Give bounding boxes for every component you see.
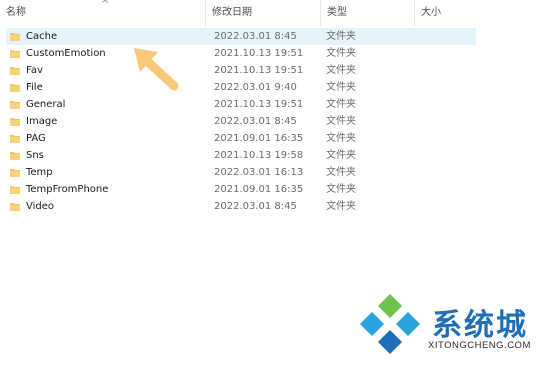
file-name: PAG xyxy=(26,133,46,144)
file-date: 2022.03.01 9:40 xyxy=(214,82,297,93)
folder-icon xyxy=(10,186,20,194)
file-date: 2021.10.13 19:51 xyxy=(214,48,304,59)
file-name: Sns xyxy=(26,150,44,161)
file-type: 文件夹 xyxy=(326,133,356,144)
file-date: 2022.03.01 16:13 xyxy=(214,167,304,178)
folder-icon xyxy=(10,101,20,109)
file-date: 2021.10.13 19:51 xyxy=(214,99,304,110)
file-type: 文件夹 xyxy=(326,65,356,76)
file-date: 2021.10.13 19:58 xyxy=(214,150,304,161)
folder-icon xyxy=(10,67,20,75)
file-date: 2021.09.01 16:35 xyxy=(214,133,304,144)
file-row[interactable]: Fav 2021.10.13 19:51 文件夹 xyxy=(6,62,476,79)
file-row[interactable]: Cache 2022.03.01 8:45 文件夹 xyxy=(6,28,476,45)
file-date: 2022.03.01 8:45 xyxy=(214,116,297,127)
folder-icon xyxy=(10,50,20,58)
file-date: 2022.03.01 8:45 xyxy=(214,31,297,42)
file-date: 2021.09.01 16:35 xyxy=(214,184,304,195)
folder-icon xyxy=(10,203,20,211)
file-type: 文件夹 xyxy=(326,167,356,178)
column-header-modified[interactable]: 修改日期 xyxy=(205,0,317,26)
file-row[interactable]: PAG 2021.09.01 16:35 文件夹 xyxy=(6,130,476,147)
file-row[interactable]: Sns 2021.10.13 19:58 文件夹 xyxy=(6,147,476,164)
watermark-subtext: XITONGCHENG.COM xyxy=(428,340,531,351)
file-row[interactable]: CustomEmotion 2021.10.13 19:51 文件夹 xyxy=(6,45,476,62)
watermark-logo: 系统城 XITONGCHENG.COM xyxy=(356,290,546,360)
folder-icon xyxy=(10,152,20,160)
file-row[interactable]: File 2022.03.01 9:40 文件夹 xyxy=(6,79,476,96)
watermark-text: 系统城 xyxy=(432,308,528,343)
file-name: TempFromPhone xyxy=(26,184,109,195)
file-row[interactable]: General 2021.10.13 19:51 文件夹 xyxy=(6,96,476,113)
diamond-logo-icon xyxy=(360,294,420,354)
column-header-name[interactable]: 名称 xyxy=(0,0,205,26)
column-header: ^ 名称 修改日期 类型 大小 xyxy=(0,0,550,26)
folder-icon xyxy=(10,118,20,126)
file-name: Temp xyxy=(26,167,53,178)
file-name: Video xyxy=(26,201,55,212)
column-header-size[interactable]: 大小 xyxy=(414,0,480,26)
file-name: CustomEmotion xyxy=(26,48,106,59)
folder-icon xyxy=(10,33,20,41)
file-type: 文件夹 xyxy=(326,48,356,59)
file-name: Image xyxy=(26,116,58,127)
file-type: 文件夹 xyxy=(326,150,356,161)
file-type: 文件夹 xyxy=(326,184,356,195)
column-header-type[interactable]: 类型 xyxy=(320,0,412,26)
file-name: Fav xyxy=(26,65,43,76)
file-row[interactable]: Temp 2022.03.01 16:13 文件夹 xyxy=(6,164,476,181)
file-type: 文件夹 xyxy=(326,116,356,127)
file-row[interactable]: TempFromPhone 2021.09.01 16:35 文件夹 xyxy=(6,181,476,198)
file-type: 文件夹 xyxy=(326,99,356,110)
file-date: 2021.10.13 19:51 xyxy=(214,65,304,76)
file-row[interactable]: Image 2022.03.01 8:45 文件夹 xyxy=(6,113,476,130)
folder-icon xyxy=(10,84,20,92)
folder-icon xyxy=(10,135,20,143)
file-type: 文件夹 xyxy=(326,201,356,212)
file-row[interactable]: Video 2022.03.01 8:45 文件夹 xyxy=(6,198,476,215)
file-type: 文件夹 xyxy=(326,31,356,42)
file-name: File xyxy=(26,82,43,93)
file-type: 文件夹 xyxy=(326,82,356,93)
file-date: 2022.03.01 8:45 xyxy=(214,201,297,212)
pointer-arrow-annotation xyxy=(134,48,179,91)
folder-icon xyxy=(10,169,20,177)
file-name: General xyxy=(26,99,66,110)
file-name: Cache xyxy=(26,31,58,42)
